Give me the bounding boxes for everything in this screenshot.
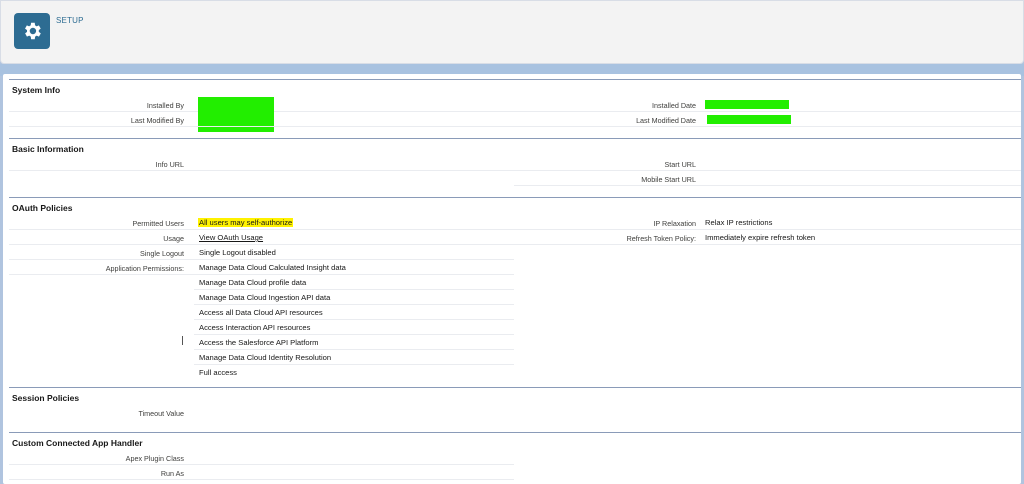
permission-row: Access the Salesforce API Platform (194, 335, 514, 350)
field-row: Info URL (9, 156, 514, 171)
field-row: Installed Date (514, 97, 1021, 112)
field-row: Single Logout Single Logout disabled (9, 245, 514, 260)
single-logout-value: Single Logout disabled (199, 248, 276, 257)
installed-date-label: Installed Date (652, 101, 696, 110)
timeout-value-label: Timeout Value (138, 409, 184, 418)
field-row: Refresh Token Policy: Immediately expire… (514, 230, 1021, 245)
ip-relaxation-label: IP Relaxation (653, 219, 696, 228)
section-title: Basic Information (12, 144, 84, 154)
field-row: IP Relaxation Relax IP restrictions (514, 215, 1021, 230)
permitted-users-label: Permitted Users (132, 219, 184, 228)
usage-label: Usage (163, 234, 184, 243)
last-modified-date-label: Last Modified Date (636, 116, 696, 125)
text-cursor (182, 336, 183, 345)
setup-header: SETUP (0, 0, 1024, 64)
field-row: Application Permissions: Manage Data Clo… (9, 260, 514, 275)
field-row: Mobile Start URL (514, 171, 1021, 186)
field-row: Timeout Value (9, 405, 514, 420)
field-row: Last Modified By (9, 112, 514, 127)
field-row: Usage View OAuth Usage (9, 230, 514, 245)
permitted-users-value: All users may self-authorize (198, 218, 294, 227)
info-url-label: Info URL (155, 160, 184, 169)
single-logout-label: Single Logout (140, 249, 184, 258)
permission-item: Manage Data Cloud Identity Resolution (199, 353, 332, 362)
refresh-token-label: Refresh Token Policy: (626, 234, 696, 243)
custom-handler-section: Custom Connected App Handler Apex Plugin… (9, 432, 1021, 484)
section-title: OAuth Policies (12, 203, 73, 213)
view-oauth-usage-link[interactable]: View OAuth Usage (199, 233, 263, 242)
permission-row: Full access (194, 365, 514, 380)
session-policies-section: Session Policies Timeout Value (9, 387, 1021, 433)
apex-plugin-class-label: Apex Plugin Class (125, 454, 184, 463)
field-row: Start URL (514, 156, 1021, 171)
field-row: Apex Plugin Class (9, 450, 514, 465)
refresh-token-value: Immediately expire refresh token (705, 233, 816, 242)
installed-by-label: Installed By (146, 101, 184, 110)
oauth-policies-section: OAuth Policies Permitted Users All users… (9, 197, 1021, 388)
permitted-users-text: All users may self-authorize (198, 218, 294, 227)
section-title: System Info (12, 85, 61, 95)
permission-item: Access all Data Cloud API resources (199, 308, 323, 317)
section-title: Custom Connected App Handler (12, 438, 143, 448)
redacted-date-block (705, 100, 789, 109)
field-row: Run As (9, 465, 514, 480)
last-modified-by-label: Last Modified By (130, 116, 184, 125)
permission-row: Manage Data Cloud Ingestion API data (194, 290, 514, 305)
permission-item: Manage Data Cloud Ingestion API data (199, 293, 331, 302)
permission-item: Access the Salesforce API Platform (199, 338, 319, 347)
field-row: Last Modified Date (514, 112, 1021, 127)
ip-relaxation-value: Relax IP restrictions (705, 218, 773, 227)
run-as-label: Run As (160, 469, 184, 478)
app-detail-content: System Info Installed By Last Modified B… (3, 74, 1021, 484)
permission-row: Access Interaction API resources (194, 320, 514, 335)
system-info-section: System Info Installed By Last Modified B… (9, 79, 1021, 139)
permission-item: Full access (199, 368, 237, 377)
redacted-date-block (707, 115, 791, 124)
permission-row: Manage Data Cloud Identity Resolution (194, 350, 514, 365)
app-permissions-label: Application Permissions: (105, 264, 184, 273)
start-url-label: Start URL (664, 160, 696, 169)
permission-item: Access Interaction API resources (199, 323, 311, 332)
basic-info-section: Basic Information Info URL Start URL Mob… (9, 138, 1021, 197)
permission-row: Access all Data Cloud API resources (194, 305, 514, 320)
field-row: Permitted Users All users may self-autho… (9, 215, 514, 230)
gear-icon[interactable] (14, 13, 50, 49)
mobile-start-url-label: Mobile Start URL (641, 175, 696, 184)
permission-row: Manage Data Cloud profile data (194, 275, 514, 290)
setup-title[interactable]: SETUP (56, 16, 84, 25)
permission-item: Manage Data Cloud profile data (199, 278, 307, 287)
section-title: Session Policies (12, 393, 80, 403)
permission-item: Manage Data Cloud Calculated Insight dat… (199, 263, 346, 272)
